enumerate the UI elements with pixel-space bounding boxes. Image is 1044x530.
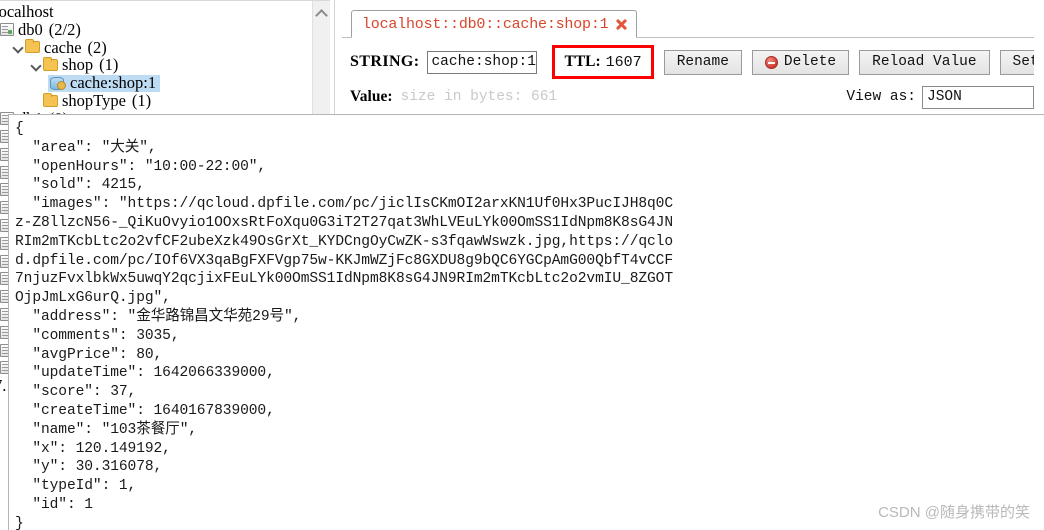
delete-circle-icon (764, 55, 778, 69)
tree-item-content: cache (2) (25, 37, 107, 57)
key-name-input[interactable]: cache:shop:1 (427, 50, 538, 74)
tree-item-content: db0 (2/2) (0, 19, 81, 39)
tree-item-label: cache (44, 37, 82, 57)
tree-item-count: (1) (99, 55, 119, 75)
scroll-up-arrow-icon[interactable] (316, 7, 327, 18)
key-type-label: STRING: (350, 53, 420, 70)
folder-icon (43, 92, 58, 107)
close-icon[interactable] (615, 18, 628, 31)
tree-item-shoptype[interactable]: shopType (1) (0, 92, 330, 110)
folder-icon (25, 39, 40, 54)
rename-button-label: Rename (676, 54, 729, 70)
view-as-label: View as: (846, 89, 916, 105)
tree-item-cache[interactable]: cache (2) (0, 37, 330, 57)
view-as-control: View as: JSON (846, 84, 1034, 110)
ttl-label: TTL: (564, 53, 601, 70)
redis-desktop-manager-window: localhostdb0(2/2)cache(2)shop(1)cache:sh… (0, 0, 1044, 530)
key-toolbar: STRING: cache:shop:1 TTL: 1607 Rename De… (342, 44, 1034, 80)
value-label: Value: (350, 88, 393, 105)
tree-host-text: localhost (0, 2, 54, 21)
csdn-watermark: CSDN @随身携带的笑 (878, 504, 1030, 521)
set-ttl-button[interactable]: Set TTL (999, 49, 1034, 75)
chevron-down-icon[interactable] (30, 59, 43, 72)
tree-host-label[interactable]: localhost (0, 3, 330, 21)
ttl-value: 1607 (605, 53, 642, 71)
value-json-viewer[interactable]: { "area": "大关", "openHours": "10:00-22:0… (8, 114, 1044, 530)
key-icon (50, 76, 66, 91)
tree-item-label: shop (62, 55, 94, 75)
value-json-content: { "area": "大关", "openHours": "10:00-22:0… (15, 121, 673, 530)
tree-item-count: (2) (87, 37, 107, 57)
chevron-down-icon[interactable] (12, 41, 25, 54)
tree-item-count: (2/2) (48, 19, 81, 39)
tab-key-value[interactable]: localhost::db0::cache:shop:1 (351, 10, 638, 38)
tree-item-selected-highlight: cache:shop:1 (48, 73, 161, 93)
database-icon (0, 23, 14, 37)
tree-item-label: cache:shop:1 (70, 73, 157, 93)
reload-value-button[interactable]: Reload Value (859, 49, 990, 75)
tab-strip: localhost::db0::cache:shop:1 (342, 0, 1034, 38)
delete-button-label: Delete (783, 54, 837, 70)
tree-item-cache-shop-1[interactable]: cache:shop:1 (0, 74, 330, 92)
tree-item-label: db0 (18, 19, 43, 39)
tree-item-label: shopType (62, 90, 126, 110)
view-as-select[interactable]: JSON (922, 85, 1034, 109)
ttl-display: TTL: 1607 (552, 45, 654, 79)
set-ttl-button-label: Set TTL (1012, 54, 1034, 70)
tree-item-db0[interactable]: db0 (2/2) (0, 19, 330, 39)
folder-icon (43, 57, 58, 72)
tree-item-content: shopType (1) (43, 92, 151, 110)
tree-item-count: (1) (131, 90, 152, 110)
tree-item-content: shop (1) (43, 56, 118, 74)
reload-value-button-label: Reload Value (872, 54, 977, 70)
tab-title: localhost::db0::cache:shop:1 (362, 15, 609, 33)
delete-button[interactable]: Delete (751, 49, 850, 75)
rename-button[interactable]: Rename (663, 49, 742, 75)
value-size-hint: size in bytes: 661 (400, 89, 558, 105)
tree-item-shop[interactable]: shop (1) (0, 56, 330, 74)
